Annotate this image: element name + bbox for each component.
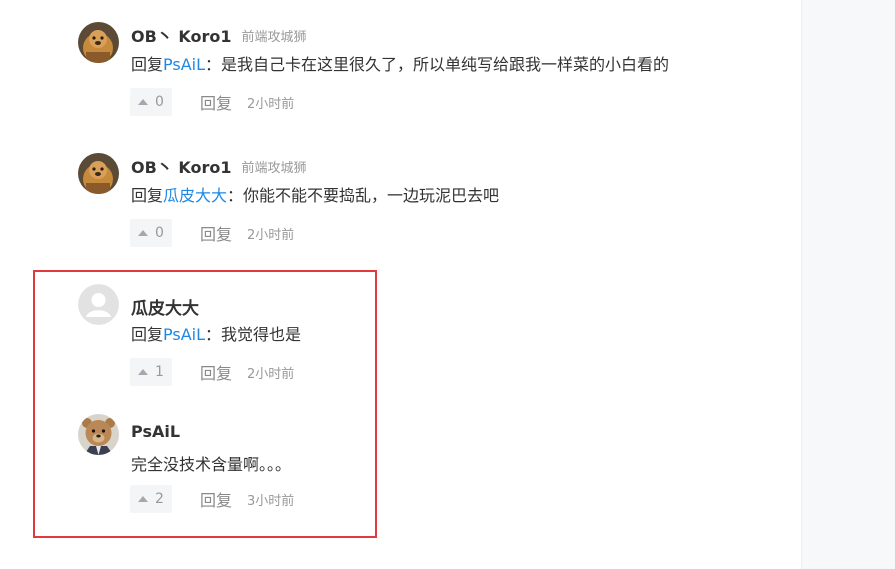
reply-button[interactable]: 回复 <box>200 487 232 511</box>
comment-text: ：是我自己卡在这里很久了，所以单纯写给跟我一样菜的小白看的 <box>205 55 670 74</box>
mention-link[interactable]: 瓜皮大大 <box>163 186 227 205</box>
comment-actions: 2 回复 3小时前 <box>130 485 294 513</box>
like-button[interactable]: 1 <box>130 358 172 386</box>
dog-avatar-icon[interactable] <box>78 153 119 194</box>
comment-actions: 0 回复 2小时前 <box>130 219 294 247</box>
comment-text: ：你能不能不要捣乱，一边玩泥巴去吧 <box>227 186 500 205</box>
comment-content: 回复PsAiL：我觉得也是 <box>131 325 301 345</box>
author-line: 瓜皮大大 <box>131 294 199 319</box>
author-line: PsAiL <box>131 421 180 441</box>
upvote-icon <box>138 230 149 236</box>
author-name[interactable]: PsAiL <box>131 422 180 441</box>
comment-actions: 1 回复 2小时前 <box>130 358 294 386</box>
reply-prefix: 回复 <box>131 186 164 205</box>
comment-text: 完全没技术含量啊。。。 <box>131 455 292 474</box>
like-count: 1 <box>155 364 164 380</box>
like-count: 0 <box>155 94 164 110</box>
like-count: 2 <box>155 491 164 507</box>
comment-text: ：我觉得也是 <box>205 325 302 344</box>
comment-time: 3小时前 <box>247 493 295 509</box>
author-name[interactable]: OB丶 Koro1 <box>131 154 232 178</box>
comment-time: 2小时前 <box>247 227 295 243</box>
like-button[interactable]: 2 <box>130 485 172 513</box>
mention-link[interactable]: PsAiL <box>163 325 205 344</box>
default-user-avatar-icon[interactable] <box>78 284 119 325</box>
reply-button[interactable]: 回复 <box>200 221 232 245</box>
upvote-icon <box>138 99 149 105</box>
like-count: 0 <box>155 225 164 241</box>
author-name[interactable]: OB丶 Koro1 <box>131 23 232 47</box>
author-title: 前端攻城狮 <box>241 29 307 45</box>
author-title: 前端攻城狮 <box>241 160 307 176</box>
reply-button[interactable]: 回复 <box>200 90 232 114</box>
comment-time: 2小时前 <box>247 96 295 112</box>
mention-link[interactable]: PsAiL <box>163 55 205 74</box>
comment-time: 2小时前 <box>247 366 295 382</box>
right-sidebar <box>801 0 895 569</box>
reply-button[interactable]: 回复 <box>200 360 232 384</box>
author-line: OB丶 Koro1 前端攻城狮 <box>131 154 307 178</box>
comment-thread-page: OB丶 Koro1 前端攻城狮 回复PsAiL：是我自己卡在这里很久了，所以单纯… <box>0 0 895 569</box>
like-button[interactable]: 0 <box>130 88 172 116</box>
dog-avatar-icon[interactable] <box>78 22 119 63</box>
comment-content: 回复PsAiL：是我自己卡在这里很久了，所以单纯写给跟我一样菜的小白看的 <box>131 55 669 75</box>
comment-actions: 0 回复 2小时前 <box>130 88 294 116</box>
comment-content: 回复瓜皮大大：你能不能不要捣乱，一边玩泥巴去吧 <box>131 186 499 206</box>
reply-prefix: 回复 <box>131 325 164 344</box>
reply-prefix: 回复 <box>131 55 164 74</box>
comment-content: 完全没技术含量啊。。。 <box>131 455 291 475</box>
author-line: OB丶 Koro1 前端攻城狮 <box>131 23 307 47</box>
like-button[interactable]: 0 <box>130 219 172 247</box>
upvote-icon <box>138 369 149 375</box>
teddy-bear-avatar-icon[interactable] <box>78 414 119 455</box>
upvote-icon <box>138 496 149 502</box>
author-name[interactable]: 瓜皮大大 <box>131 294 199 319</box>
